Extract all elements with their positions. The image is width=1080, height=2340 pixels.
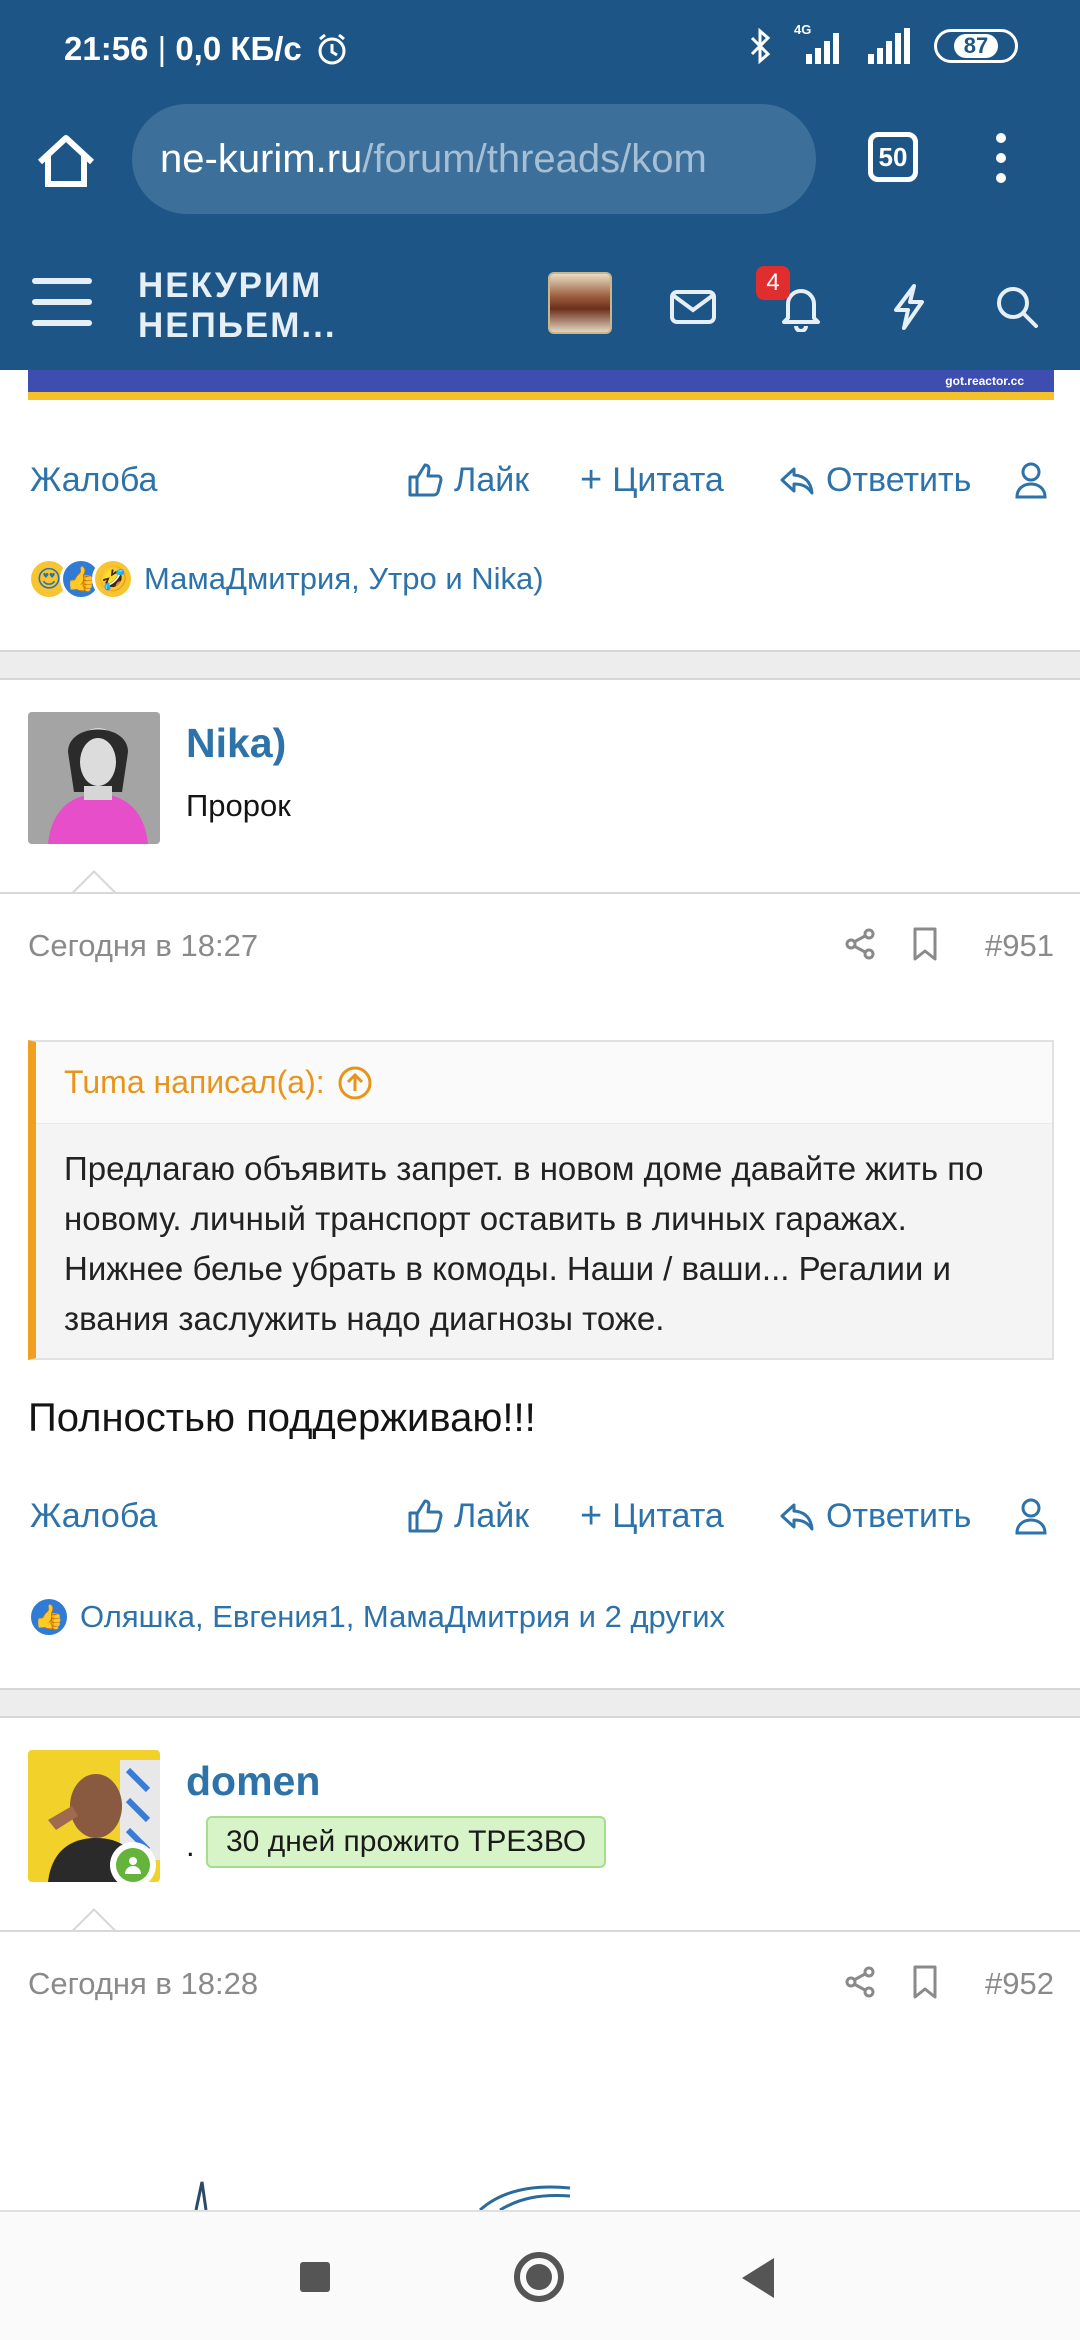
quote-block: Tuma написал(а): Предлагаю объявить запр… <box>28 1040 1054 1360</box>
post-username[interactable]: domen <box>186 1758 320 1805</box>
browser-toolbar: ne-kurim.ru/forum/threads/kom 50 <box>0 98 1080 238</box>
report-button[interactable]: Жалоба <box>30 1497 157 1536</box>
reaction-users[interactable]: МамаДмитрия, Утро и Nika) <box>144 561 544 597</box>
status-time: 21:56 | 0,0 КБ/с <box>64 30 349 68</box>
share-icon[interactable] <box>842 926 878 962</box>
user-icon <box>1015 1498 1047 1535</box>
quote-author: Tuma написал(а): <box>64 1064 325 1100</box>
site-logo[interactable]: НЕКУРИМ НЕПЬЕМ... <box>138 266 337 346</box>
share-icon[interactable] <box>842 1964 878 2000</box>
hamburger-menu-icon[interactable] <box>32 274 92 330</box>
post-image-bottom: got.reactor.cc <box>28 370 1054 400</box>
plus-icon: + <box>580 1494 603 1537</box>
signal-icon <box>868 28 910 64</box>
post-date[interactable]: Сегодня в 18:28 <box>28 1966 258 2002</box>
reply-button[interactable]: Ответить <box>778 461 971 500</box>
url-host: ne-kurim.ru <box>160 136 363 181</box>
post-meta: Сегодня в 18:28 #952 <box>28 1958 1054 2008</box>
address-bar[interactable]: ne-kurim.ru/forum/threads/kom <box>132 104 816 214</box>
quote-button[interactable]: + Цитата <box>580 1495 724 1538</box>
user-arrow <box>72 1908 116 1931</box>
more-menu-icon[interactable] <box>986 128 1016 188</box>
image-credit: got.reactor.cc <box>945 374 1024 388</box>
alarm-icon <box>318 33 346 65</box>
post-date[interactable]: Сегодня в 18:27 <box>28 928 258 964</box>
account-avatar[interactable] <box>548 272 612 334</box>
quote-header[interactable]: Tuma написал(а): <box>36 1042 1052 1124</box>
network-speed: 0,0 КБ/с <box>175 30 302 67</box>
plus-icon: + <box>580 458 603 501</box>
post-meta: Сегодня в 18:27 #951 <box>28 920 1054 970</box>
status-bar: 21:56 | 0,0 КБ/с 4G 87 <box>0 0 1080 98</box>
post-actions: Жалоба Лайк + Цитата Ответить <box>28 450 1058 510</box>
user-separator <box>0 1930 1080 1932</box>
like-button[interactable]: Лайк <box>406 1497 529 1536</box>
site-header: НЕКУРИМ НЕПЬЕМ... 4 <box>0 238 1080 370</box>
thumbs-up-icon <box>408 1499 443 1533</box>
user-title-prefix: . <box>186 1828 195 1863</box>
signal-4g-icon: 4G <box>794 22 844 64</box>
back-icon[interactable] <box>742 2258 774 2298</box>
recent-apps-icon[interactable] <box>300 2262 330 2292</box>
reactions-bar[interactable]: 😍 👍 🤣 МамаДмитрия, Утро и Nika) <box>28 558 544 600</box>
user-separator <box>0 892 1080 894</box>
post-number[interactable]: #951 <box>985 928 1054 964</box>
user-icon <box>1015 462 1047 499</box>
reactions-bar[interactable]: 👍 Оляшка, Евгения1, МамаДмитрия и 2 друг… <box>28 1596 725 1638</box>
post-image-top <box>194 2181 571 2210</box>
like-reaction-icon: 👍 <box>28 1596 70 1638</box>
post-divider <box>0 1688 1080 1718</box>
system-nav-bar <box>0 2210 1080 2340</box>
online-status-icon <box>110 1842 156 1888</box>
bookmark-icon[interactable] <box>910 926 940 962</box>
user-avatar[interactable] <box>28 712 160 844</box>
search-icon[interactable] <box>992 282 1042 332</box>
quote-text: Предлагаю объявить запрет. в новом доме … <box>64 1150 984 1337</box>
battery-indicator: 87 <box>934 29 1018 63</box>
home-nav-icon[interactable] <box>514 2252 564 2302</box>
arrow-up-circle-icon[interactable] <box>337 1065 373 1101</box>
lightning-icon[interactable] <box>884 282 934 332</box>
inbox-icon[interactable] <box>668 282 718 332</box>
reply-button[interactable]: Ответить <box>778 1497 971 1536</box>
post-username[interactable]: Nika) <box>186 720 286 767</box>
url-path: /forum/threads/kom <box>362 136 707 181</box>
post-divider <box>0 650 1080 680</box>
alerts-badge: 4 <box>756 266 790 300</box>
post-body: Полностью поддерживаю!!! <box>28 1396 536 1440</box>
user-title: Пророк <box>186 788 291 823</box>
reply-icon <box>780 467 814 495</box>
like-button[interactable]: Лайк <box>406 461 529 500</box>
bluetooth-icon <box>750 28 771 64</box>
sober-days-badge: 30 дней прожито ТРЕЗВО <box>206 1816 607 1868</box>
quote-button[interactable]: + Цитата <box>580 459 724 502</box>
post-actions: Жалоба Лайк + Цитата Ответить <box>28 1486 1058 1546</box>
reaction-users[interactable]: Оляшка, Евгения1, МамаДмитрия и 2 других <box>80 1599 725 1635</box>
home-icon[interactable] <box>30 126 102 198</box>
post-number[interactable]: #952 <box>985 1966 1054 2002</box>
user-menu-button[interactable] <box>1014 461 1048 499</box>
laugh-emoji-icon: 🤣 <box>92 558 134 600</box>
reply-icon <box>780 1503 814 1531</box>
user-arrow <box>72 870 116 893</box>
bookmark-icon[interactable] <box>910 1964 940 2000</box>
thumbs-up-icon <box>408 463 443 497</box>
tab-switcher-button[interactable]: 50 <box>868 132 918 182</box>
user-menu-button[interactable] <box>1014 1497 1048 1535</box>
report-button[interactable]: Жалоба <box>30 461 157 500</box>
